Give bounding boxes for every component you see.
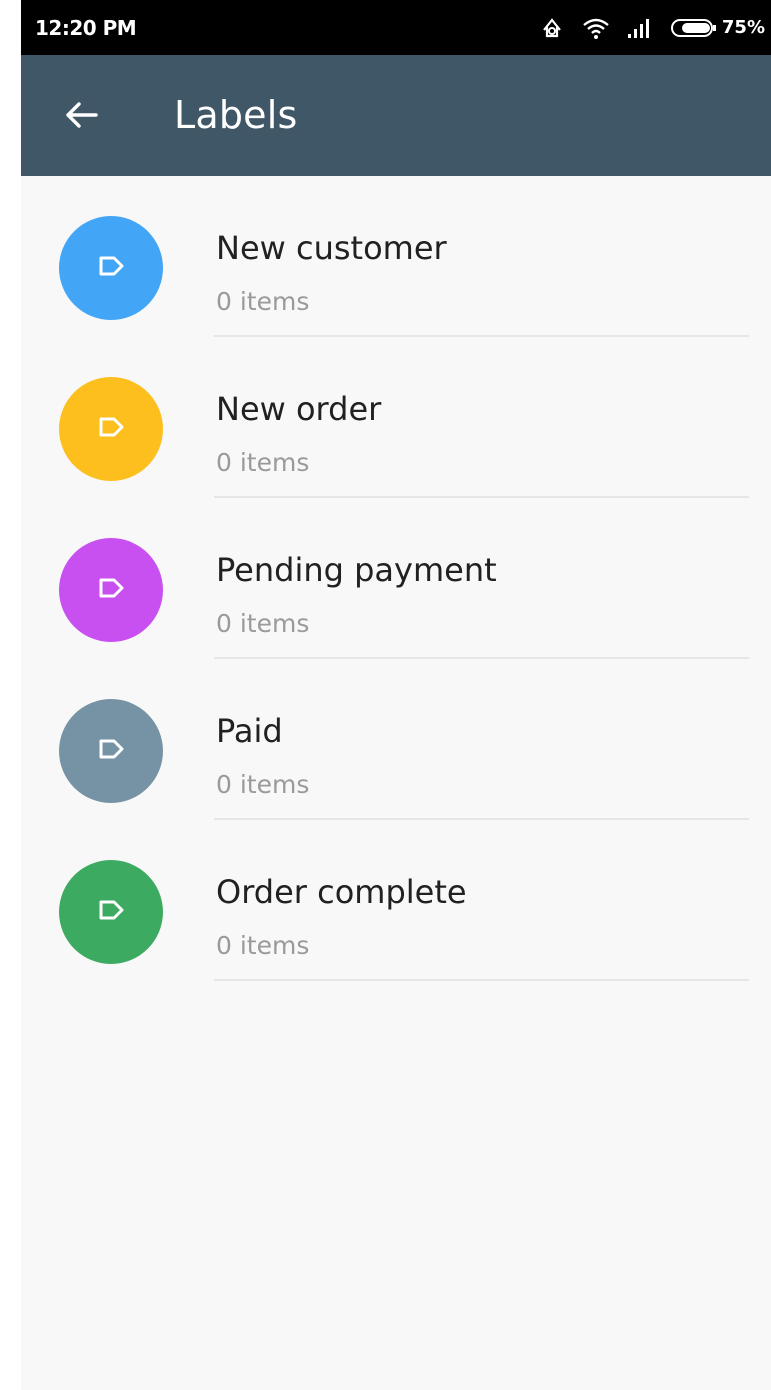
label-row-order-complete[interactable]: Order complete 0 items — [21, 820, 771, 981]
label-tag-icon — [97, 416, 125, 442]
wifi-icon — [582, 16, 610, 40]
app-bar: Labels — [21, 55, 771, 176]
label-count: 0 items — [216, 931, 310, 960]
divider — [214, 979, 749, 981]
label-name: New order — [216, 390, 382, 428]
label-row-pending-payment[interactable]: Pending payment 0 items — [21, 498, 771, 659]
label-row-new-order[interactable]: New order 0 items — [21, 337, 771, 498]
battery-icon — [670, 17, 718, 39]
sync-icon — [538, 16, 566, 40]
label-name: New customer — [216, 229, 447, 267]
arrow-back-icon — [63, 100, 99, 134]
label-avatar — [59, 699, 163, 803]
signal-icon — [626, 16, 654, 40]
battery-percent: 75% — [721, 17, 765, 38]
label-name: Order complete — [216, 873, 467, 911]
label-name: Pending payment — [216, 551, 497, 589]
label-tag-icon — [97, 899, 125, 925]
label-count: 0 items — [216, 448, 310, 477]
screen: 12:20 PM 75% Labels New customer 0 items… — [21, 0, 771, 1390]
back-button[interactable] — [53, 93, 109, 141]
label-list: New customer 0 items New order 0 items P… — [21, 176, 771, 981]
label-tag-icon — [97, 738, 125, 764]
label-name: Paid — [216, 712, 283, 750]
status-icons: 75% — [538, 16, 765, 40]
label-avatar — [59, 377, 163, 481]
label-count: 0 items — [216, 287, 310, 316]
label-count: 0 items — [216, 770, 310, 799]
label-tag-icon — [97, 577, 125, 603]
label-avatar — [59, 216, 163, 320]
label-row-new-customer[interactable]: New customer 0 items — [21, 176, 771, 337]
label-row-paid[interactable]: Paid 0 items — [21, 659, 771, 820]
label-avatar — [59, 860, 163, 964]
label-tag-icon — [97, 255, 125, 281]
page-title: Labels — [174, 93, 298, 137]
label-avatar — [59, 538, 163, 642]
status-time: 12:20 PM — [35, 15, 137, 40]
battery-indicator: 75% — [670, 17, 765, 39]
status-bar: 12:20 PM 75% — [21, 0, 771, 55]
label-count: 0 items — [216, 609, 310, 638]
